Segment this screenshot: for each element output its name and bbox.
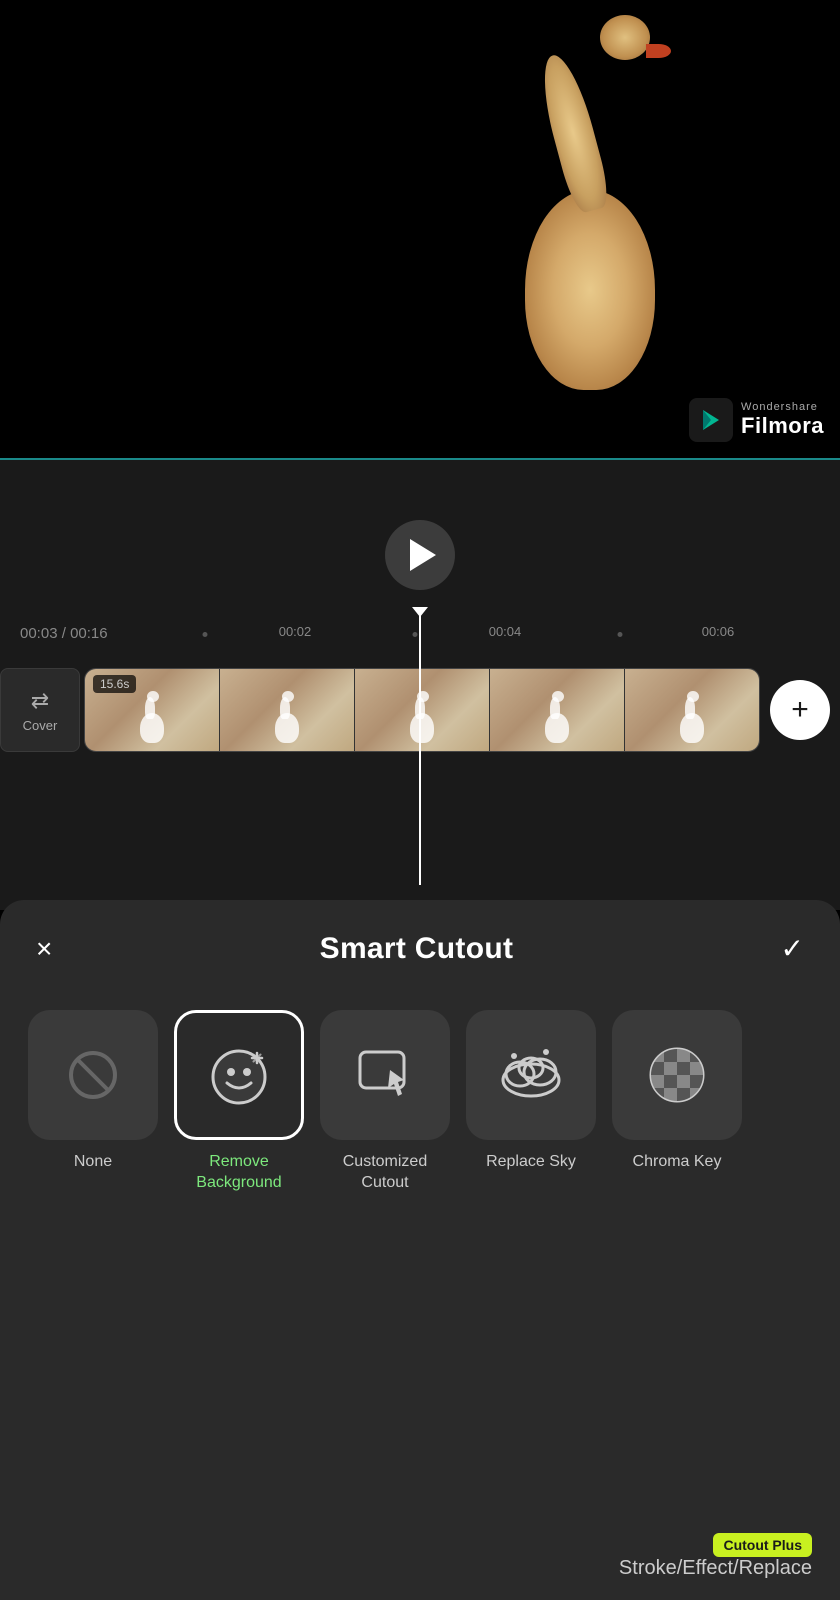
current-time: 00:03 xyxy=(20,625,58,642)
close-button[interactable]: × xyxy=(36,935,52,963)
bottom-bar-container: Cutout Plus Stroke/Effect/Replace xyxy=(619,1533,840,1580)
option-none[interactable]: None xyxy=(28,1010,158,1173)
chroma-label: Chroma Key xyxy=(633,1152,722,1173)
play-button[interactable] xyxy=(385,520,455,590)
cutout-icon-wrap xyxy=(320,1010,450,1140)
ban-icon xyxy=(67,1049,119,1101)
filmora-brand-text: Wondershare xyxy=(741,401,824,413)
timeline-area: 00:03 / 00:16 00:02 00:04 00:06 ⇄ Cover … xyxy=(0,460,840,910)
time-current: 00:03 / 00:16 xyxy=(20,625,108,642)
smart-cutout-panel: × Smart Cutout ✓ None xyxy=(0,900,840,1600)
remove-bg-icon-wrap xyxy=(174,1010,304,1140)
panel-title: Smart Cutout xyxy=(320,932,514,966)
cutout-options: None RemoveBackground xyxy=(0,994,840,1210)
option-remove-background[interactable]: RemoveBackground xyxy=(174,1010,304,1194)
panel-header: × Smart Cutout ✓ xyxy=(0,900,840,994)
video-preview: Wondershare Filmora xyxy=(0,0,840,460)
video-clip-track[interactable]: 15.6s xyxy=(84,668,760,752)
chroma-icon-wrap xyxy=(612,1010,742,1140)
add-clip-button[interactable]: + xyxy=(770,680,830,740)
chroma-icon xyxy=(643,1041,711,1109)
filmora-watermark: Wondershare Filmora xyxy=(689,398,824,442)
filmora-logo-icon xyxy=(689,398,733,442)
time-separator: / xyxy=(62,625,70,642)
swan-visual xyxy=(460,30,720,430)
option-chroma-key[interactable]: Chroma Key xyxy=(612,1010,742,1173)
filmora-text-block: Wondershare Filmora xyxy=(741,401,824,439)
clip-duration-badge: 15.6s xyxy=(93,675,136,693)
cutout-label: CustomizedCutout xyxy=(343,1152,427,1194)
sky-label: Replace Sky xyxy=(486,1152,576,1173)
playhead[interactable] xyxy=(419,615,421,885)
sky-icon-wrap xyxy=(466,1010,596,1140)
clip-thumbnail-2 xyxy=(220,669,355,751)
confirm-button[interactable]: ✓ xyxy=(781,935,804,963)
clip-thumbnail-3 xyxy=(355,669,490,751)
filmora-name-text: Filmora xyxy=(741,413,824,439)
time-dot-1 xyxy=(203,632,208,637)
cover-icon: ⇄ xyxy=(31,688,49,714)
swan-body xyxy=(525,190,655,390)
time-marker-02: 00:02 xyxy=(279,624,312,639)
time-marker-04: 00:04 xyxy=(489,624,522,639)
cover-clip[interactable]: ⇄ Cover xyxy=(0,668,80,752)
remove-bg-label: RemoveBackground xyxy=(196,1152,281,1194)
swan-neck xyxy=(533,50,613,215)
remove-bg-icon xyxy=(203,1039,275,1111)
clip-thumbnail-5 xyxy=(625,669,759,751)
swan-head xyxy=(600,15,650,60)
stroke-effect-text[interactable]: Stroke/Effect/Replace xyxy=(619,1557,812,1580)
cover-label: Cover xyxy=(23,718,58,733)
playhead-triangle xyxy=(412,607,428,617)
swan-beak xyxy=(646,44,671,58)
time-dot-3 xyxy=(618,632,623,637)
clip-thumbnail-4 xyxy=(490,669,625,751)
cutout-icon xyxy=(352,1042,418,1108)
time-dot-2 xyxy=(413,632,418,637)
play-icon xyxy=(410,539,436,571)
total-time: 00:16 xyxy=(70,625,108,642)
cutout-plus-badge: Cutout Plus xyxy=(713,1533,812,1557)
sky-icon xyxy=(496,1040,566,1110)
option-replace-sky[interactable]: Replace Sky xyxy=(466,1010,596,1173)
time-marker-06: 00:06 xyxy=(702,624,735,639)
none-label: None xyxy=(74,1152,112,1173)
none-icon-wrap xyxy=(28,1010,158,1140)
option-customized-cutout[interactable]: CustomizedCutout xyxy=(320,1010,450,1194)
